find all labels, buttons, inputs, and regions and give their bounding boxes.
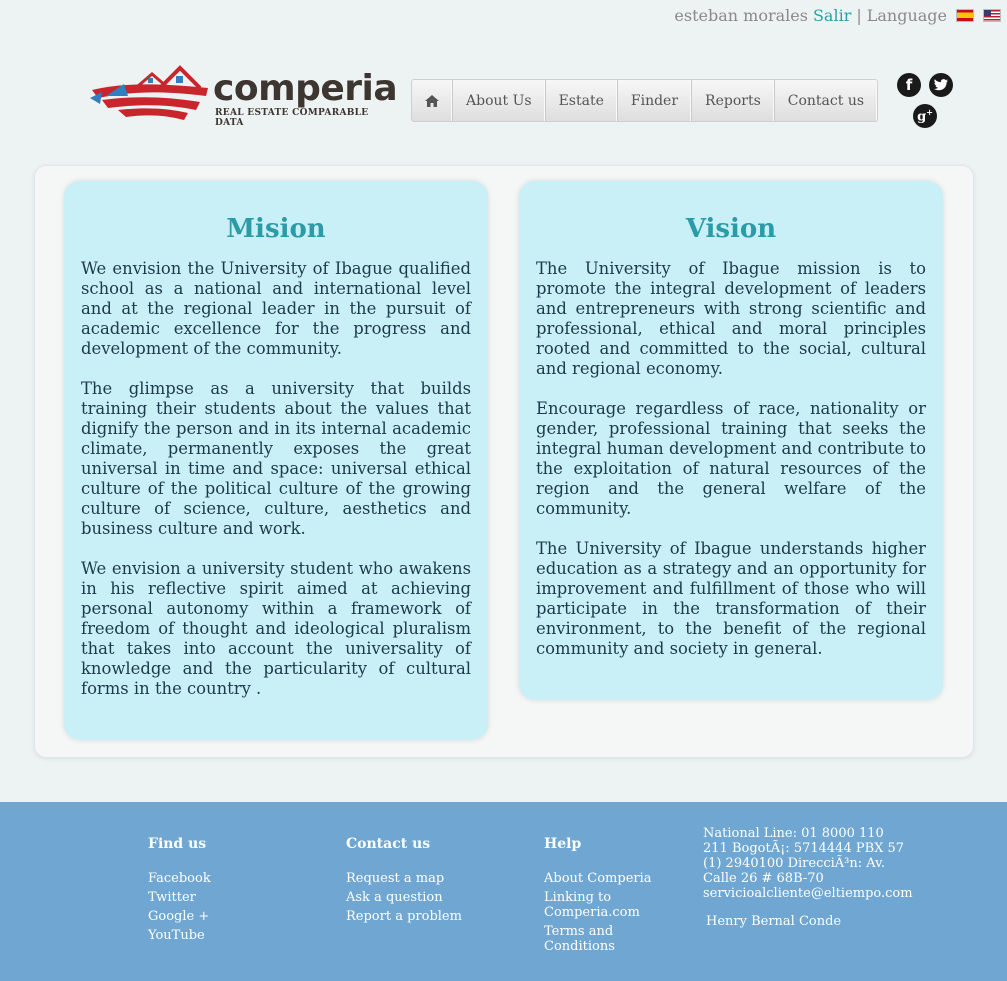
contact-line: 211 BogotÃ¡: 5714444 PBX 57 — [703, 841, 905, 856]
nav-about-us[interactable]: About Us — [453, 80, 546, 121]
main-nav: About Us Estate Finder Reports Contact u… — [411, 79, 879, 122]
contact-line: Calle 26 # 68B-70 — [703, 871, 824, 886]
contact-line: National Line: 01 8000 110 — [703, 826, 884, 841]
user-bar: esteban morales Salir | Language — [674, 6, 1001, 25]
footer-link-ask-question[interactable]: Ask a question — [346, 890, 462, 905]
footer-link-about-comperia[interactable]: About Comperia — [544, 871, 664, 886]
vision-card: Vision The University of Ibague mission … — [519, 181, 943, 700]
footer-link-google-plus[interactable]: Google + — [148, 909, 211, 924]
spain-flag-icon[interactable] — [956, 9, 974, 22]
footer-heading: Help — [544, 836, 582, 852]
usa-flag-icon[interactable] — [983, 9, 1001, 22]
logo-wordmark: comperia — [213, 68, 398, 109]
twitter-icon[interactable] — [929, 73, 953, 97]
footer-contact-info: National Line: 01 8000 110 211 BogotÃ¡: … — [703, 826, 913, 929]
vision-paragraph: The University of Ibague mission is to p… — [536, 259, 926, 378]
footer-contact-us: Contact us Request a map Ask a question … — [346, 836, 462, 928]
footer-author: Henry Bernal Conde — [706, 914, 842, 929]
nav-home[interactable] — [412, 80, 453, 121]
footer-find-us: Find us Facebook Twitter Google + YouTub… — [148, 836, 211, 947]
logout-link[interactable]: Salir — [813, 6, 851, 25]
mission-card: Mision We envision the University of Iba… — [64, 181, 488, 740]
mission-paragraph: We envision the University of Ibague qua… — [81, 259, 471, 358]
google-plus-icon[interactable]: g+ — [913, 104, 937, 128]
nav-finder[interactable]: Finder — [618, 80, 693, 121]
footer-link-linking[interactable]: Linking to Comperia.com — [544, 890, 664, 920]
nav-contact-us[interactable]: Contact us — [775, 80, 877, 121]
vision-paragraph: Encourage regardless of race, nationalit… — [536, 399, 926, 518]
footer-link-report-problem[interactable]: Report a problem — [346, 909, 462, 924]
home-icon — [425, 94, 439, 107]
vision-paragraph: The University of Ibague understands hig… — [536, 539, 926, 658]
separator: | — [856, 6, 862, 25]
footer-heading: Contact us — [346, 836, 431, 852]
facebook-icon[interactable]: f — [897, 73, 921, 97]
nav-estate[interactable]: Estate — [546, 80, 618, 121]
language-label: Language — [866, 6, 947, 25]
nav-reports[interactable]: Reports — [692, 80, 775, 121]
logo-mark-icon — [90, 65, 208, 120]
contact-line: (1) 2940100 DirecciÃ³n: Av. — [703, 856, 886, 871]
mission-title: Mision — [226, 214, 326, 244]
footer-heading: Find us — [148, 836, 207, 852]
contact-email[interactable]: servicioalcliente@eltiempo.com — [703, 886, 913, 901]
logo[interactable]: comperia REAL ESTATE COMPARABLE DATA — [88, 62, 398, 130]
logo-tagline: REAL ESTATE COMPARABLE DATA — [215, 108, 369, 128]
vision-title: Vision — [685, 214, 777, 244]
footer-help: Help About Comperia Linking to Comperia.… — [544, 836, 664, 958]
footer-link-terms[interactable]: Terms and Conditions — [544, 924, 664, 954]
username: esteban morales — [674, 6, 808, 25]
footer-link-facebook[interactable]: Facebook — [148, 871, 211, 886]
footer-link-twitter[interactable]: Twitter — [148, 890, 211, 905]
footer-link-youtube[interactable]: YouTube — [148, 928, 211, 943]
mission-paragraph: We envision a university student who awa… — [81, 559, 471, 698]
footer: Find us Facebook Twitter Google + YouTub… — [0, 802, 1007, 981]
mission-paragraph: The glimpse as a university that builds … — [81, 379, 471, 538]
footer-link-request-map[interactable]: Request a map — [346, 871, 462, 886]
